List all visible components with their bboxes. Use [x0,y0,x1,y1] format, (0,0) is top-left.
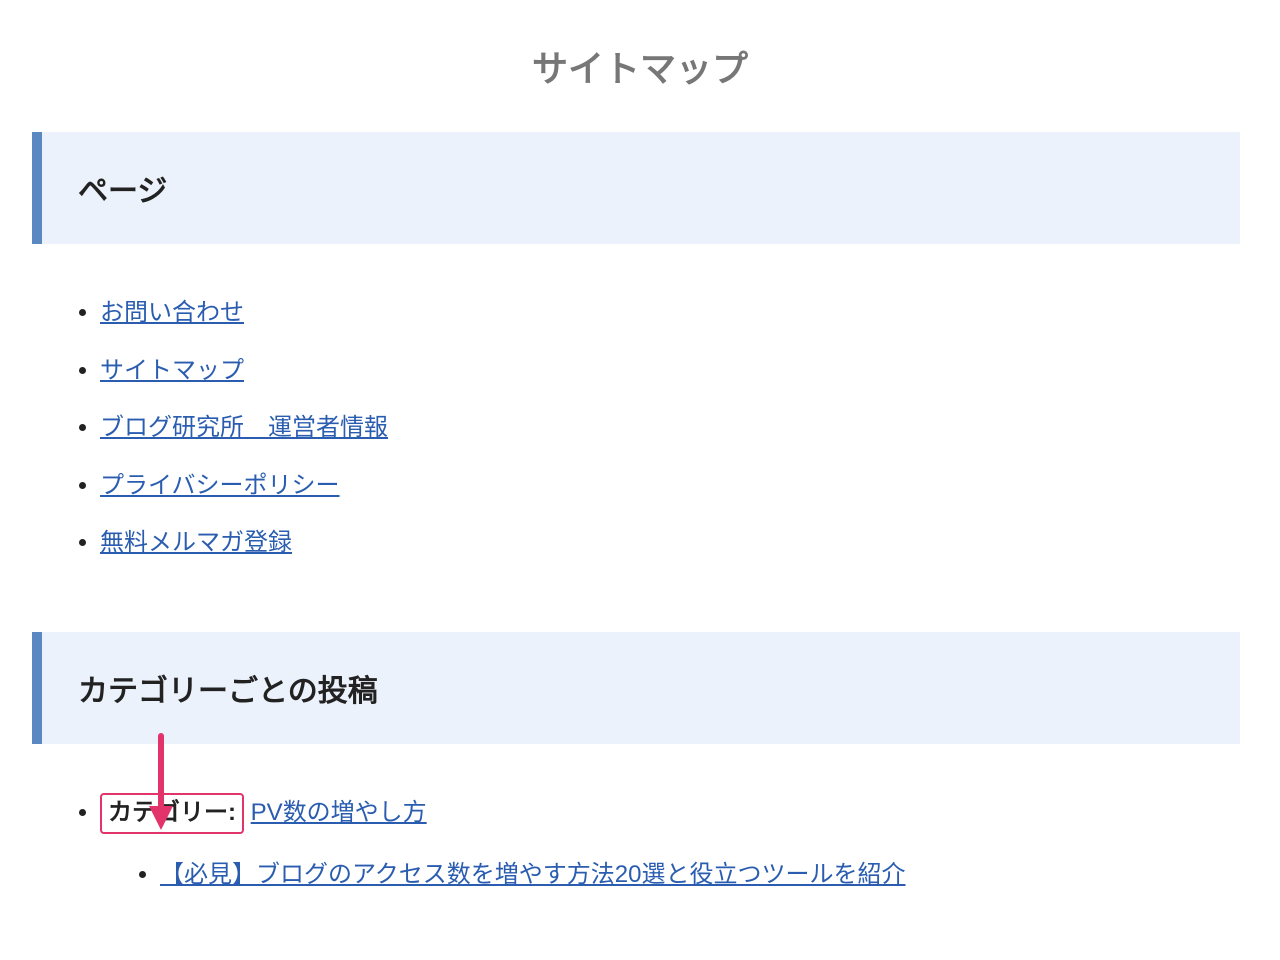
category-link[interactable]: PV数の増やし方 [251,799,427,826]
list-item: 無料メルマガ登録 [100,514,1240,572]
pages-list: お問い合わせ サイトマップ ブログ研究所 運営者情報 プライバシーポリシー 無料… [40,284,1240,572]
list-item: サイトマップ [100,342,1240,400]
list-item: お問い合わせ [100,284,1240,342]
section-heading-pages: ページ [32,132,1240,244]
post-list: 【必見】ブログのアクセス数を増やす方法20選と役立つツールを紹介 [100,846,1240,904]
page-link-contact[interactable]: お問い合わせ [100,299,244,326]
page-link-sitemap[interactable]: サイトマップ [100,357,244,384]
list-item: プライバシーポリシー [100,457,1240,515]
page-link-mailmag[interactable]: 無料メルマガ登録 [100,529,292,556]
list-item: ブログ研究所 運営者情報 [100,399,1240,457]
page-title: サイトマップ [40,40,1240,92]
section-heading-posts: カテゴリーごとの投稿 [32,632,1240,744]
post-link[interactable]: 【必見】ブログのアクセス数を増やす方法20選と役立つツールを紹介 [160,861,906,888]
post-item: 【必見】ブログのアクセス数を増やす方法20選と役立つツールを紹介 [160,846,1240,904]
category-item: カテゴリー: PV数の増やし方 【必見】ブログのアクセス数を増やす方法20選と役… [100,784,1240,903]
category-list: カテゴリー: PV数の増やし方 【必見】ブログのアクセス数を増やす方法20選と役… [40,784,1240,903]
category-label: カテゴリー: [100,793,244,834]
page-link-privacy[interactable]: プライバシーポリシー [100,472,340,499]
page-link-operator[interactable]: ブログ研究所 運営者情報 [100,414,388,441]
